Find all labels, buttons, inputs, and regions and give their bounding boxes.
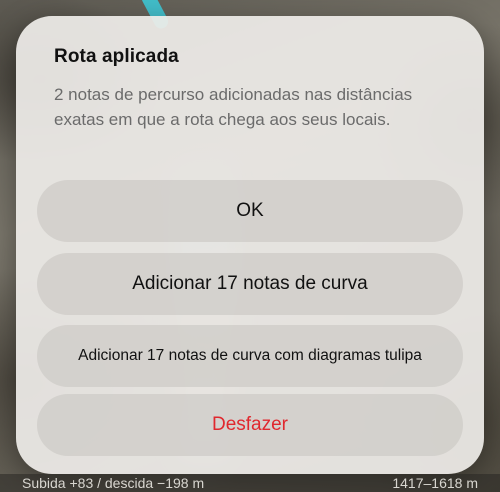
ok-button[interactable]: OK [37, 180, 463, 242]
route-stats-bar: Subida +83 / descida −198 m 1417–1618 m [0, 474, 500, 492]
add-turn-notes-button[interactable]: Adicionar 17 notas de curva [37, 253, 463, 315]
altitude-range: 1417–1618 m [392, 475, 478, 491]
undo-button[interactable]: Desfazer [37, 394, 463, 456]
elevation-gain-loss: Subida +83 / descida −198 m [22, 475, 205, 491]
add-turn-notes-tulip-button[interactable]: Adicionar 17 notas de curva com diagrama… [37, 325, 463, 387]
dialog-title: Rota aplicada [54, 46, 179, 67]
dialog-message: 2 notas de percurso adicionadas nas dist… [54, 85, 413, 129]
route-applied-dialog: Rota aplicada 2 notas de percurso adicio… [16, 16, 484, 474]
